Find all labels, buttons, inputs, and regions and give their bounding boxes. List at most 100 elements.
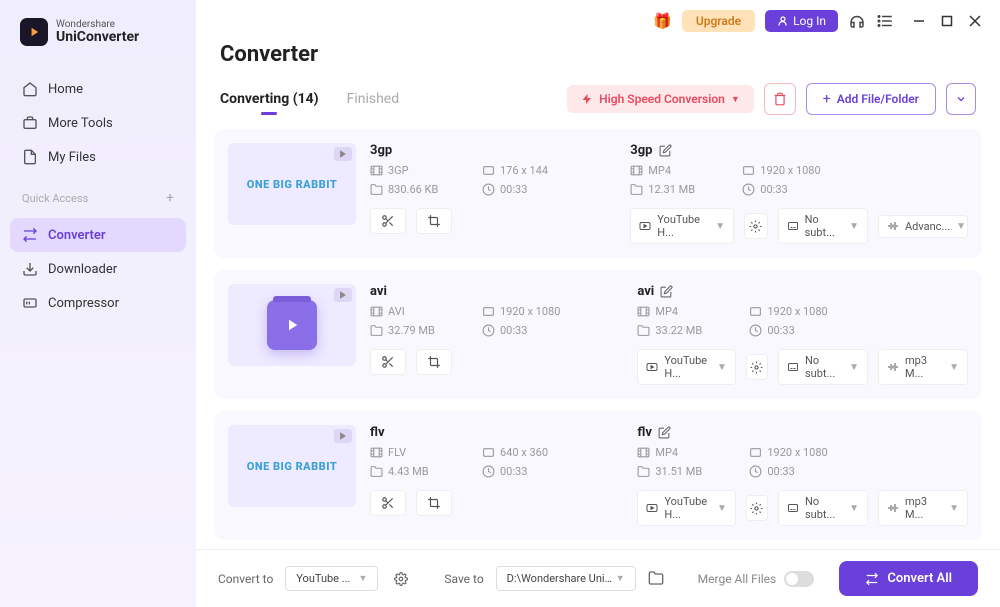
toolbox-icon bbox=[22, 115, 38, 131]
page-title: Converter bbox=[220, 42, 976, 67]
src-resolution: 640 x 360 bbox=[482, 446, 570, 459]
gift-icon[interactable]: 🎁 bbox=[653, 12, 672, 30]
nav-label: Home bbox=[48, 82, 83, 97]
source-name: 3gp bbox=[370, 143, 630, 158]
crop-button[interactable] bbox=[416, 349, 452, 375]
quick-access-header: Quick Access + bbox=[0, 180, 196, 212]
nav-label: Downloader bbox=[48, 262, 117, 277]
merge-toggle[interactable] bbox=[784, 571, 814, 587]
trim-button[interactable] bbox=[370, 349, 406, 375]
logo: Wondershare UniConverter bbox=[0, 18, 196, 66]
tab-finished[interactable]: Finished bbox=[347, 91, 400, 107]
trim-button[interactable] bbox=[370, 208, 406, 234]
thumbnail[interactable] bbox=[228, 284, 356, 366]
dest-name: avi bbox=[637, 284, 968, 299]
thumb-text: ONE BIG RABBIT bbox=[247, 178, 338, 191]
clear-button[interactable] bbox=[764, 83, 796, 115]
play-badge-icon bbox=[334, 429, 352, 443]
convert-all-button[interactable]: Convert All bbox=[839, 561, 978, 596]
close-icon[interactable] bbox=[968, 14, 982, 28]
dst-size: 31.51 MB bbox=[637, 465, 725, 478]
converter-icon bbox=[22, 227, 38, 243]
subtitle-select[interactable]: No subt...▼ bbox=[778, 208, 868, 244]
dst-size: 33.22 MB bbox=[637, 324, 725, 337]
play-badge-icon bbox=[334, 147, 352, 161]
main-panel: 🎁 Upgrade Log In Converter Converting (1… bbox=[196, 0, 1000, 549]
menu-icon[interactable] bbox=[876, 12, 894, 30]
nav-downloader[interactable]: Downloader bbox=[10, 252, 186, 286]
add-file-dropdown[interactable] bbox=[946, 83, 976, 115]
nav-label: My Files bbox=[48, 150, 96, 165]
src-duration: 00:33 bbox=[482, 465, 570, 478]
preset-settings-icon[interactable] bbox=[746, 354, 768, 380]
high-speed-button[interactable]: High Speed Conversion ▼ bbox=[567, 85, 754, 113]
minimize-icon[interactable] bbox=[912, 14, 926, 28]
thumb-text: ONE BIG RABBIT bbox=[247, 460, 338, 473]
subtitle-select[interactable]: No subt...▼ bbox=[778, 349, 868, 385]
nav-home[interactable]: Home bbox=[10, 72, 186, 106]
nav-my-files[interactable]: My Files bbox=[10, 140, 186, 174]
bottom-bar: Convert to YouTube ... ▼ Save to D:\Wond… bbox=[196, 549, 1000, 607]
convert-settings-icon[interactable] bbox=[390, 568, 412, 590]
maximize-icon[interactable] bbox=[940, 14, 954, 28]
src-size: 830.66 KB bbox=[370, 183, 458, 196]
src-codec: AVI bbox=[370, 305, 458, 318]
src-duration: 00:33 bbox=[482, 183, 570, 196]
dst-resolution: 1920 x 1080 bbox=[749, 305, 837, 318]
logo-icon bbox=[20, 18, 48, 46]
play-badge-icon bbox=[334, 288, 352, 302]
dst-size: 12.31 MB bbox=[630, 183, 718, 196]
dst-resolution: 1920 x 1080 bbox=[742, 164, 830, 177]
trim-button[interactable] bbox=[370, 490, 406, 516]
nav-compressor[interactable]: Compressor bbox=[10, 286, 186, 320]
preset-settings-icon[interactable] bbox=[746, 495, 768, 521]
preset-select[interactable]: YouTube H...▼ bbox=[630, 208, 734, 244]
merge-label: Merge All Files bbox=[698, 572, 777, 586]
src-duration: 00:33 bbox=[482, 324, 570, 337]
file-card: avi AVI 1920 x 1080 32.79 MB 00:33 avi bbox=[214, 270, 982, 399]
subtitle-select[interactable]: No subt...▼ bbox=[778, 490, 868, 526]
convert-to-select[interactable]: YouTube ... ▼ bbox=[285, 566, 378, 591]
headset-icon[interactable] bbox=[848, 12, 866, 30]
thumbnail[interactable]: ONE BIG RABBIT bbox=[228, 143, 356, 225]
preset-select[interactable]: YouTube H...▼ bbox=[637, 349, 736, 385]
save-to-label: Save to bbox=[444, 572, 483, 586]
audio-select[interactable]: Advanc...▼ bbox=[878, 215, 968, 238]
download-icon bbox=[22, 261, 38, 277]
edit-icon[interactable] bbox=[660, 285, 674, 299]
src-size: 32.79 MB bbox=[370, 324, 458, 337]
src-resolution: 1920 x 1080 bbox=[482, 305, 570, 318]
dst-resolution: 1920 x 1080 bbox=[749, 446, 837, 459]
crop-button[interactable] bbox=[416, 490, 452, 516]
nav-label: Converter bbox=[48, 228, 106, 243]
thumbnail[interactable]: ONE BIG RABBIT bbox=[228, 425, 356, 507]
titlebar: 🎁 Upgrade Log In bbox=[196, 0, 1000, 36]
dst-duration: 00:33 bbox=[749, 465, 837, 478]
edit-icon[interactable] bbox=[658, 426, 672, 440]
dst-duration: 00:33 bbox=[742, 183, 830, 196]
dst-codec: MP4 bbox=[637, 446, 725, 459]
upgrade-button[interactable]: Upgrade bbox=[682, 10, 755, 32]
edit-icon[interactable] bbox=[659, 144, 673, 158]
source-name: avi bbox=[370, 284, 637, 299]
nav-more-tools[interactable]: More Tools bbox=[10, 106, 186, 140]
preset-select[interactable]: YouTube H...▼ bbox=[637, 490, 736, 526]
open-folder-icon[interactable] bbox=[648, 570, 666, 588]
tab-converting[interactable]: Converting (14) bbox=[220, 91, 319, 107]
audio-select[interactable]: mp3 M...▼ bbox=[878, 490, 968, 526]
src-codec: 3GP bbox=[370, 164, 458, 177]
dest-name: 3gp bbox=[630, 143, 968, 158]
crop-button[interactable] bbox=[416, 208, 452, 234]
file-list: ONE BIG RABBIT 3gp 3GP 176 x 144 830.66 … bbox=[196, 129, 1000, 549]
login-button[interactable]: Log In bbox=[765, 10, 838, 32]
src-size: 4.43 MB bbox=[370, 465, 458, 478]
add-file-button[interactable]: + Add File/Folder bbox=[806, 83, 936, 115]
compressor-icon bbox=[22, 295, 38, 311]
nav-converter[interactable]: Converter bbox=[10, 218, 186, 252]
nav-label: More Tools bbox=[48, 116, 113, 131]
sidebar: Wondershare UniConverter Home More Tools… bbox=[0, 0, 196, 607]
preset-settings-icon[interactable] bbox=[744, 213, 767, 239]
audio-select[interactable]: mp3 M...▼ bbox=[878, 349, 968, 385]
save-to-select[interactable]: D:\Wondershare UniCon ▼ bbox=[496, 566, 636, 591]
add-quick-access-icon[interactable]: + bbox=[166, 190, 174, 206]
